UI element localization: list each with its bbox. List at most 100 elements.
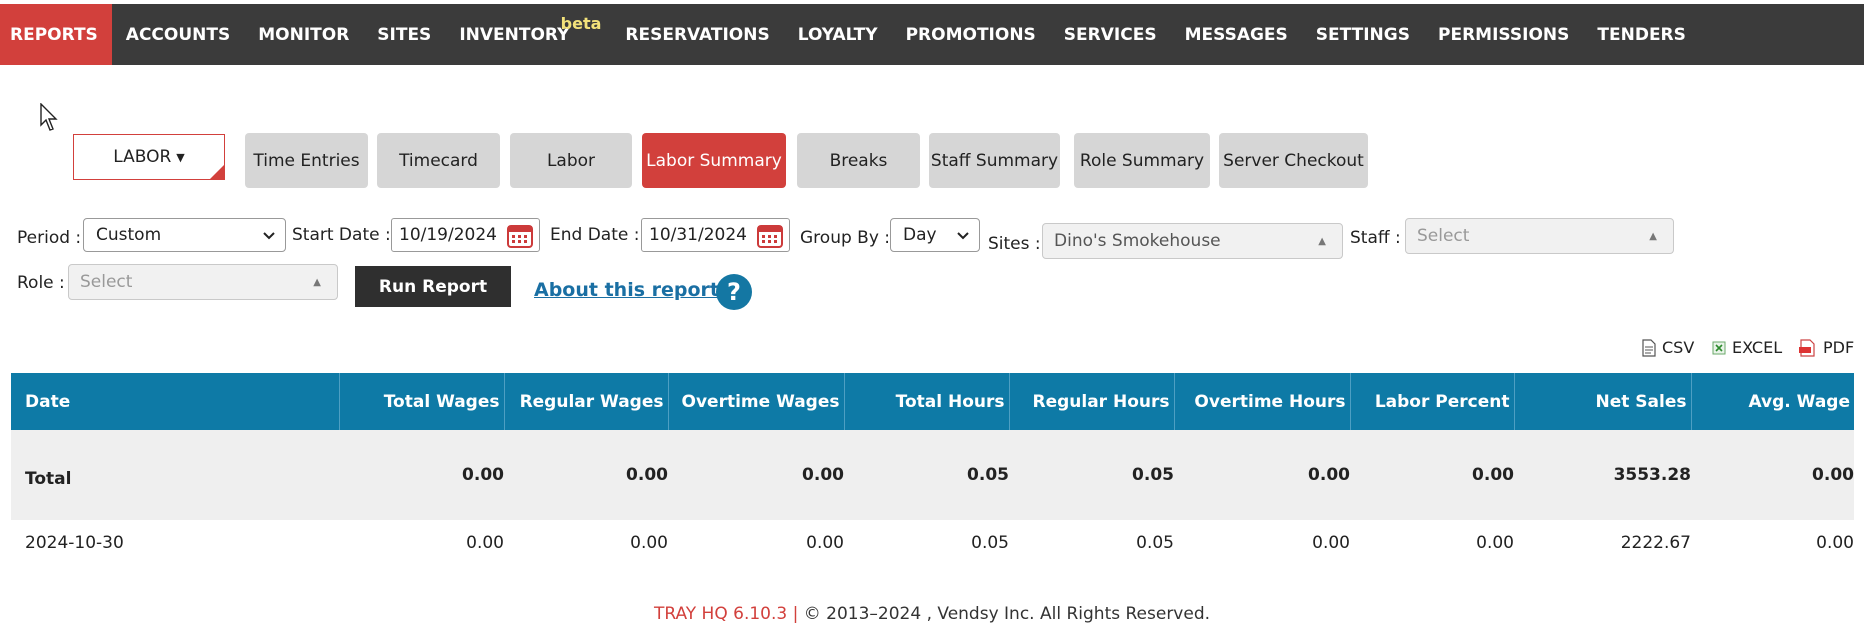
- nav-label: LOYALTY: [797, 24, 878, 45]
- staff-label: Staff :: [1350, 228, 1401, 248]
- group-by-value: Day: [903, 225, 937, 245]
- nav-label: RESERVATIONS: [625, 24, 770, 45]
- version-text: TRAY HQ 6.10.3 |: [653, 604, 799, 624]
- table-cell: 0.00: [806, 532, 844, 553]
- col-overtime-hours[interactable]: Overtime Hours: [1174, 373, 1351, 430]
- report-category-dropdown[interactable]: LABOR ▼: [73, 134, 225, 180]
- total-cell: 0.00: [1350, 430, 1514, 520]
- tab-breaks[interactable]: Breaks: [797, 133, 920, 188]
- col-net-sales[interactable]: Net Sales: [1514, 373, 1692, 430]
- mouse-pointer-icon: [40, 103, 58, 131]
- nav-loyalty[interactable]: LOYALTY: [784, 4, 892, 65]
- nav-label: TENDERS: [1597, 24, 1686, 45]
- category-label: LABOR: [113, 147, 172, 167]
- labor-summary-table: Date Total Wages Regular Wages Overtime …: [11, 373, 1854, 565]
- about-report-link[interactable]: About this report: [534, 279, 719, 301]
- tab-labor[interactable]: Labor: [510, 133, 632, 188]
- total-cell: Total: [11, 430, 339, 520]
- nav-label: MESSAGES: [1184, 24, 1288, 45]
- nav-label: SERVICES: [1063, 24, 1157, 45]
- table-cell: 2222.67: [1620, 532, 1691, 553]
- nav-services[interactable]: SERVICES: [1050, 4, 1171, 65]
- table-cell: 0.00: [1476, 532, 1514, 553]
- col-regular-hours[interactable]: Regular Hours: [1009, 373, 1175, 430]
- copyright-text: © 2013–2024 , Vendsy Inc. All Rights Res…: [803, 604, 1211, 624]
- caret-down-icon: ▼: [176, 150, 185, 164]
- caret-up-icon: ▲: [313, 277, 321, 288]
- col-overtime-wages[interactable]: Overtime Wages: [668, 373, 845, 430]
- nav-permissions[interactable]: PERMISSIONS: [1424, 4, 1583, 65]
- nav-label: MONITOR: [258, 24, 350, 45]
- nav-monitor[interactable]: MONITOR: [244, 4, 363, 65]
- total-row: Total 0.00 0.00 0.00 0.05 0.05 0.00 0.00…: [11, 430, 1854, 520]
- excel-label: EXCEL: [1732, 338, 1783, 357]
- caret-up-icon: ▲: [1649, 231, 1657, 242]
- table-header-row: Date Total Wages Regular Wages Overtime …: [11, 373, 1854, 430]
- table-cell: 0.05: [1136, 532, 1174, 553]
- end-date-label: End Date :: [550, 225, 640, 245]
- col-total-hours[interactable]: Total Hours: [844, 373, 1010, 430]
- chevron-down-icon: [263, 232, 275, 240]
- tab-labor-summary[interactable]: Labor Summary: [642, 133, 786, 188]
- nav-label: INVENTORY: [459, 24, 570, 45]
- nav-inventory[interactable]: INVENTORY beta: [445, 4, 611, 65]
- role-multiselect[interactable]: Select ▲: [68, 264, 338, 300]
- table-cell: 0.00: [630, 532, 668, 553]
- nav-reservations[interactable]: RESERVATIONS: [611, 4, 783, 65]
- total-cell: 0.00: [1174, 430, 1350, 520]
- csv-label: CSV: [1662, 338, 1695, 357]
- col-labor-percent[interactable]: Labor Percent: [1350, 373, 1515, 430]
- nav-label: SITES: [377, 24, 432, 45]
- col-avg-wage[interactable]: Avg. Wage: [1691, 373, 1854, 430]
- export-excel-button[interactable]: EXCEL: [1711, 338, 1782, 357]
- nav-sites[interactable]: SITES: [363, 4, 445, 65]
- nav-reports[interactable]: REPORTS: [0, 4, 112, 65]
- total-cell: 0.05: [844, 430, 1009, 520]
- help-icon[interactable]: ?: [716, 274, 752, 310]
- nav-accounts[interactable]: ACCOUNTS: [112, 4, 244, 65]
- calendar-icon[interactable]: [507, 223, 533, 249]
- excel-file-icon: [1712, 341, 1726, 354]
- period-label: Period :: [17, 228, 82, 248]
- end-date-input[interactable]: 10/31/2024: [641, 218, 790, 252]
- nav-label: SETTINGS: [1315, 24, 1410, 45]
- col-date[interactable]: Date: [11, 373, 340, 430]
- role-label: Role :: [17, 273, 65, 293]
- nav-tenders[interactable]: TENDERS: [1583, 4, 1700, 65]
- tab-staff-summary[interactable]: Staff Summary: [929, 133, 1060, 188]
- total-cell: 0.00: [668, 430, 844, 520]
- group-by-select[interactable]: Day: [890, 218, 980, 252]
- total-cell: 0.00: [339, 430, 504, 520]
- nav-messages[interactable]: MESSAGES: [1171, 4, 1302, 65]
- staff-multiselect[interactable]: Select ▲: [1405, 218, 1674, 254]
- tab-server-checkout[interactable]: Server Checkout: [1219, 133, 1368, 188]
- total-cell: 0.00: [1691, 430, 1854, 520]
- start-date-input[interactable]: 10/19/2024: [391, 218, 540, 252]
- table-cell: 0.00: [1312, 532, 1350, 553]
- sites-multiselect[interactable]: Dino's Smokehouse ▲: [1042, 223, 1343, 259]
- caret-up-icon: ▲: [1318, 236, 1326, 247]
- csv-file-icon: [1642, 338, 1656, 357]
- tab-role-summary[interactable]: Role Summary: [1074, 133, 1210, 188]
- total-cell: 3553.28: [1514, 430, 1691, 520]
- table-row: 2024-10-30 0.00 0.00 0.00 0.05 0.05 0.00…: [11, 520, 1854, 565]
- table-cell: 0.05: [971, 532, 1009, 553]
- chevron-down-icon: [957, 232, 969, 240]
- table-cell: 0.00: [1816, 532, 1854, 553]
- export-csv-button[interactable]: CSV: [1641, 338, 1694, 357]
- calendar-icon[interactable]: [757, 223, 783, 249]
- run-report-button[interactable]: Run Report: [355, 266, 511, 307]
- nav-promotions[interactable]: PROMOTIONS: [892, 4, 1050, 65]
- pdf-label: PDF: [1823, 338, 1855, 357]
- col-total-wages[interactable]: Total Wages: [339, 373, 505, 430]
- col-regular-wages[interactable]: Regular Wages: [504, 373, 669, 430]
- tab-timecard[interactable]: Timecard: [377, 133, 500, 188]
- pdf-file-icon: [1799, 338, 1815, 357]
- nav-settings[interactable]: SETTINGS: [1302, 4, 1424, 65]
- start-date-value: 10/19/2024: [399, 225, 497, 245]
- nav-label: PROMOTIONS: [905, 24, 1036, 45]
- export-pdf-button[interactable]: PDF: [1798, 338, 1854, 357]
- tab-time-entries[interactable]: Time Entries: [245, 133, 368, 188]
- period-select[interactable]: Custom: [83, 218, 286, 252]
- top-nav: REPORTS ACCOUNTS MONITOR SITES INVENTORY…: [0, 4, 1864, 65]
